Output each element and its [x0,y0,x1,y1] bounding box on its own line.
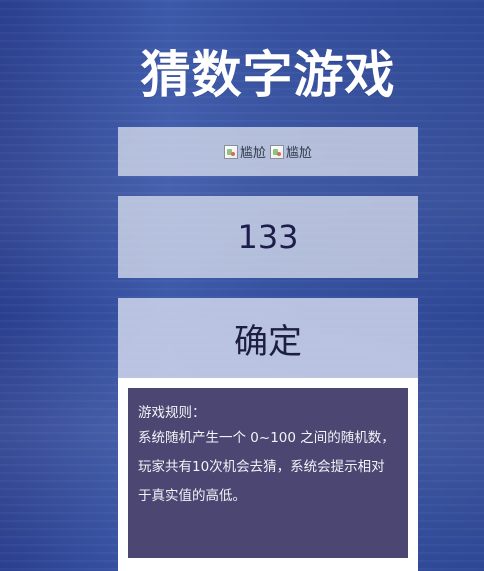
image-panel: 尴尬 尴尬 [118,127,418,176]
guess-input-panel [118,196,418,278]
broken-image-icon [223,144,238,159]
page: 猜数字游戏 尴尬 尴尬 确定 游戏规则： 系统随机产生一个 0~100 之间的随… [0,0,484,571]
guess-input[interactable] [126,217,410,257]
rules-box: 游戏规则： 系统随机产生一个 0~100 之间的随机数，玩家共有10次机会去猜，… [128,388,408,558]
confirm-button-label: 确定 [234,321,302,362]
rules-title: 游戏规则： [138,405,206,421]
broken-image-icon [270,144,284,159]
page-title: 猜数字游戏 [140,46,396,104]
rules-text: 系统随机产生一个 0~100 之间的随机数，玩家共有10次机会去猜，系统会提示相… [138,430,395,504]
image-1: 尴尬 [223,142,266,161]
rules-frame: 游戏规则： 系统随机产生一个 0~100 之间的随机数，玩家共有10次机会去猜，… [118,378,418,571]
confirm-button[interactable]: 确定 [118,298,418,378]
image-1-alt-text: 尴尬 [239,146,266,161]
image-2-alt-text: 尴尬 [286,146,313,161]
image-2: 尴尬 [270,142,312,161]
